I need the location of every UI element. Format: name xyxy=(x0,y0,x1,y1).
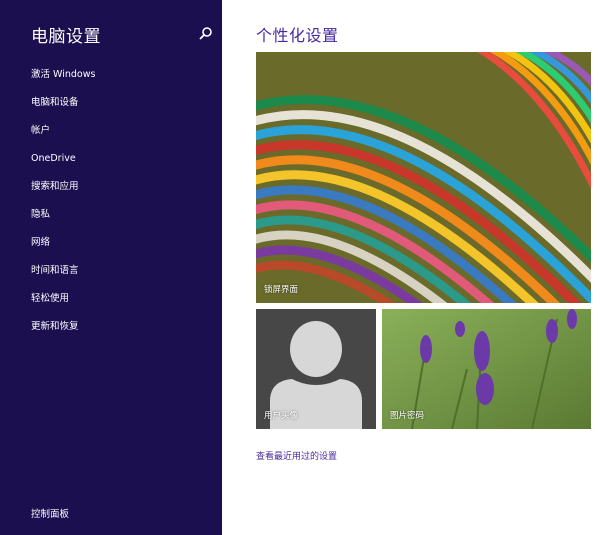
sidebar-item-network[interactable]: 网络 xyxy=(31,233,95,261)
control-panel-link[interactable]: 控制面板 xyxy=(31,506,69,520)
lock-screen-tile[interactable]: 锁屏界面 xyxy=(256,52,591,303)
sidebar-item-ease-of-access[interactable]: 轻松使用 xyxy=(31,289,95,317)
page-title: 个性化设置 xyxy=(256,26,339,45)
picture-password-label: 图片密码 xyxy=(390,411,425,421)
sidebar: 电脑设置 激活 Windows 电脑和设备 帐户 OneDrive 搜索和应用 … xyxy=(0,0,222,535)
account-picture-label: 用户头像 xyxy=(264,411,299,421)
recent-settings-link[interactable]: 查看最近用过的设置 xyxy=(256,449,337,462)
sidebar-title: 电脑设置 xyxy=(31,27,101,47)
sidebar-item-pc-and-devices[interactable]: 电脑和设备 xyxy=(31,93,95,121)
sidebar-item-search-and-apps[interactable]: 搜索和应用 xyxy=(31,177,95,205)
sidebar-nav: 激活 Windows 电脑和设备 帐户 OneDrive 搜索和应用 隐私 网络… xyxy=(31,65,95,345)
sidebar-item-time-and-language[interactable]: 时间和语言 xyxy=(31,261,95,289)
sidebar-item-onedrive[interactable]: OneDrive xyxy=(31,149,95,177)
sidebar-item-accounts[interactable]: 帐户 xyxy=(31,121,95,149)
lock-screen-label: 锁屏界面 xyxy=(264,285,299,295)
sidebar-item-privacy[interactable]: 隐私 xyxy=(31,205,95,233)
sidebar-item-update-and-recovery[interactable]: 更新和恢复 xyxy=(31,317,95,345)
picture-password-tile[interactable]: 图片密码 xyxy=(382,309,591,429)
lock-screen-image xyxy=(256,52,591,303)
account-picture-tile[interactable]: 用户头像 xyxy=(256,309,376,429)
search-icon[interactable] xyxy=(197,25,215,43)
sidebar-item-activate-windows[interactable]: 激活 Windows xyxy=(31,65,95,93)
